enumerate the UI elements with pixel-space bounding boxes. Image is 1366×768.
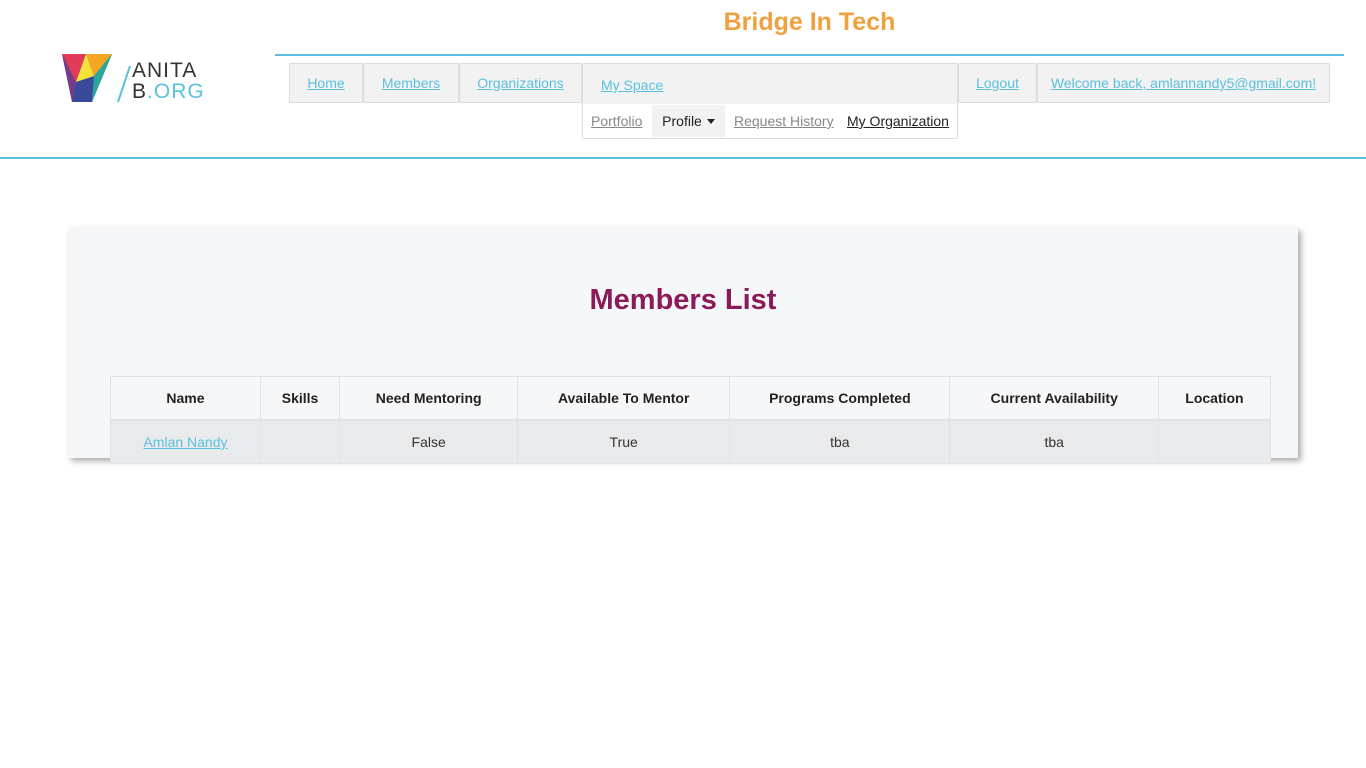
nav-members[interactable]: Members [363,63,459,103]
logo-dot: . [147,80,154,103]
cell-name: Amlan Nandy [110,419,261,464]
nav-logout[interactable]: Logout [958,63,1037,103]
col-header-programs-completed: Programs Completed [729,376,951,421]
my-space-subnav: Portfolio Profile Request History My Org… [583,104,957,138]
title-divider [275,54,1344,56]
member-name-link[interactable]: Amlan Nandy [143,434,227,450]
site-title: Bridge In Tech [723,8,896,36]
logo-mark-icon [62,54,112,102]
members-table: Name Skills Need Mentoring Available To … [110,376,1272,464]
nav-welcome[interactable]: Welcome back, amlannandy5@gmail.com! [1037,63,1330,103]
nav-organizations[interactable]: Organizations [459,63,582,103]
page-header: Bridge In Tech ANITA B.ORG Home Members … [0,0,1366,159]
subnav-my-organization[interactable]: My Organization [847,113,949,129]
nav-home[interactable]: Home [289,63,363,103]
col-header-current-availability: Current Availability [949,376,1159,421]
cell-programs-completed: tba [729,419,951,464]
col-header-skills: Skills [259,376,341,421]
logo-line-2: B.ORG [132,81,205,102]
caret-down-icon [706,118,715,124]
anita-borg-logo[interactable]: ANITA B.ORG [62,52,214,104]
subnav-profile-label: Profile [662,113,702,129]
subnav-portfolio[interactable]: Portfolio [591,113,642,129]
subnav-profile-dropdown[interactable]: Profile [652,105,725,137]
col-header-need-mentoring: Need Mentoring [339,376,519,421]
cell-location [1157,419,1272,464]
logo-org: ORG [153,80,205,103]
table-header-row: Name Skills Need Mentoring Available To … [110,376,1272,421]
subnav-request-history[interactable]: Request History [734,113,834,129]
logo-b: B [132,80,148,103]
cell-available-to-mentor: True [517,419,731,464]
table-row: Amlan Nandy False True tba tba [110,419,1272,464]
cell-need-mentoring: False [339,419,519,464]
cell-skills [259,419,341,464]
logo-slash-icon [117,65,131,103]
logo-text: ANITA B.ORG [132,60,205,102]
nav-my-space: My Space Portfolio Profile Request Histo… [582,63,958,139]
nav-my-space-link[interactable]: My Space [601,77,663,93]
members-card: Members List Name Skills Need Mentoring … [68,228,1298,464]
col-header-available-to-mentor: Available To Mentor [517,376,731,421]
logo-line-1: ANITA [132,59,198,82]
page-title: Members List [589,284,777,316]
col-header-location: Location [1157,376,1272,421]
col-header-name: Name [110,376,261,421]
cell-current-availability: tba [949,419,1159,464]
